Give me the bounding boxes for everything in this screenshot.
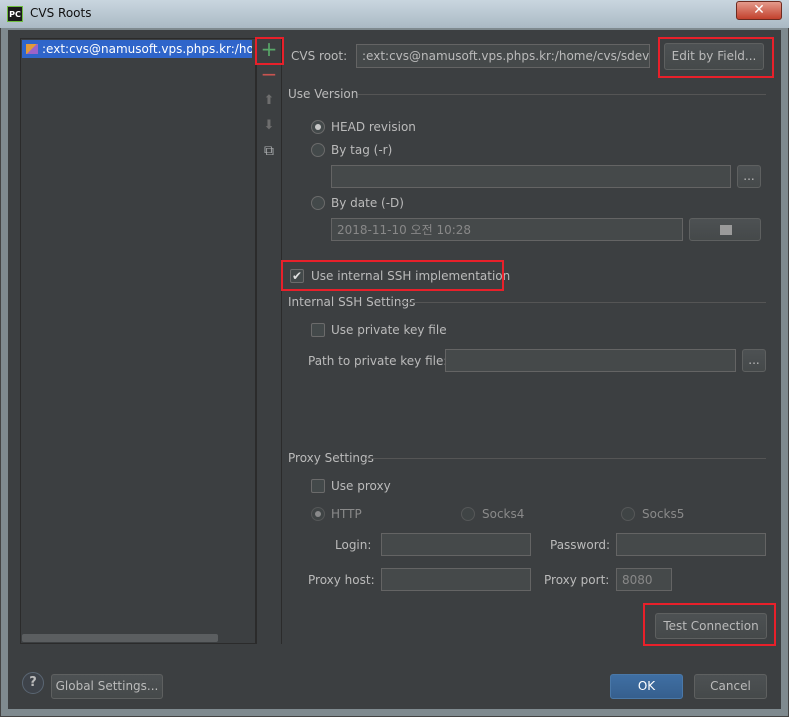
proxy-host-input[interactable]	[381, 568, 531, 591]
internal-ssh-settings-title: Internal SSH Settings	[288, 295, 416, 309]
use-proxy-label: Use proxy	[331, 479, 391, 493]
private-key-path-label: Path to private key file:	[308, 354, 448, 368]
proxy-port-label: Proxy port:	[544, 573, 610, 587]
calendar-icon	[720, 225, 732, 235]
login-label: Login:	[335, 538, 372, 552]
password-input[interactable]	[616, 533, 766, 556]
remove-icon[interactable]: −	[258, 64, 280, 84]
close-button[interactable]: ✕	[736, 1, 782, 20]
socks4-label: Socks4	[482, 507, 525, 521]
highlight-add	[255, 37, 284, 65]
root-item-label: :ext:cvs@namusoft.vps.phps.kr:/home/cvs/…	[42, 42, 252, 56]
head-revision-radio[interactable]	[311, 120, 325, 134]
title-bar[interactable]	[0, 0, 789, 28]
cvs-root-field[interactable]: :ext:cvs@namusoft.vps.phps.kr:/home/cvs/…	[356, 44, 650, 68]
copy-icon[interactable]: ⧉	[258, 141, 280, 161]
tag-browse-button[interactable]: ...	[737, 165, 761, 188]
by-tag-radio[interactable]	[311, 143, 325, 157]
private-key-browse-button[interactable]: ...	[742, 349, 766, 372]
help-icon[interactable]: ?	[22, 672, 44, 694]
move-up-icon[interactable]: ⬆	[258, 91, 280, 111]
tag-input[interactable]	[331, 165, 731, 188]
divider	[366, 458, 766, 459]
use-version-title: Use Version	[288, 87, 359, 101]
by-date-radio[interactable]	[311, 196, 325, 210]
date-input[interactable]: 2018-11-10 오전 10:28	[331, 218, 683, 241]
divider	[400, 302, 766, 303]
use-proxy-checkbox[interactable]	[311, 479, 325, 493]
by-date-label: By date (-D)	[331, 196, 404, 210]
cancel-button[interactable]: Cancel	[694, 674, 767, 699]
socks4-radio[interactable]	[461, 507, 475, 521]
ok-button[interactable]: OK	[610, 674, 683, 699]
proxy-host-label: Proxy host:	[308, 573, 375, 587]
cvs-roots-list[interactable]	[20, 38, 256, 644]
login-input[interactable]	[381, 533, 531, 556]
window-title: CVS Roots	[30, 6, 92, 20]
horizontal-scrollbar[interactable]	[22, 634, 218, 642]
http-radio[interactable]	[311, 507, 325, 521]
highlight-edit-by-field	[658, 37, 774, 78]
socks5-label: Socks5	[642, 507, 685, 521]
cvs-root-label: CVS root:	[291, 49, 348, 63]
pycharm-app-icon: PC	[7, 6, 23, 22]
password-label: Password:	[550, 538, 611, 552]
calendar-button[interactable]	[689, 218, 761, 241]
move-down-icon[interactable]: ⬇	[258, 116, 280, 136]
private-key-path-input[interactable]	[445, 349, 736, 372]
head-revision-label: HEAD revision	[331, 120, 416, 134]
use-private-key-label: Use private key file	[331, 323, 447, 337]
by-tag-label: By tag (-r)	[331, 143, 393, 157]
http-label: HTTP	[331, 507, 362, 521]
proxy-settings-title: Proxy Settings	[288, 451, 374, 465]
cvs-root-icon	[26, 44, 38, 54]
list-item[interactable]: :ext:cvs@namusoft.vps.phps.kr:/home/cvs/…	[22, 40, 252, 58]
use-private-key-checkbox[interactable]	[311, 323, 325, 337]
global-settings-button[interactable]: Global Settings...	[51, 674, 163, 699]
divider	[358, 94, 766, 95]
socks5-radio[interactable]	[621, 507, 635, 521]
highlight-internal-ssh	[281, 260, 504, 291]
proxy-port-input[interactable]: 8080	[616, 568, 672, 591]
highlight-test-connection	[643, 603, 776, 646]
